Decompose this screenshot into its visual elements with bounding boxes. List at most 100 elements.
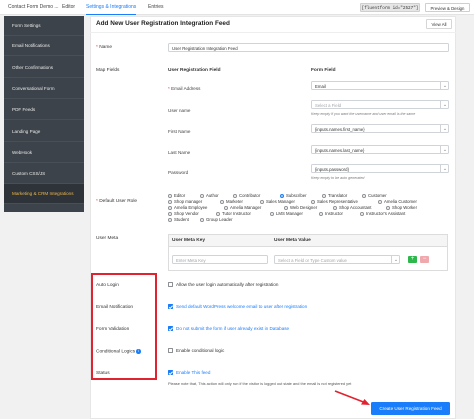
sidebar-item-form-settings[interactable]: Form Settings xyxy=(4,16,84,36)
user-meta-label: User Meta xyxy=(96,236,119,241)
radio-icon xyxy=(333,205,337,210)
role-label: Contributor xyxy=(239,193,261,198)
sidebar-item-landing-page[interactable]: Landing Page xyxy=(4,122,84,142)
first-name-field-select[interactable]: {inputs.names.first_name} xyxy=(311,124,449,133)
conditional-logic-checkbox[interactable] xyxy=(168,348,173,353)
required-marker: * xyxy=(96,199,98,204)
radio-icon xyxy=(233,193,237,198)
view-all-button[interactable]: View All xyxy=(426,19,452,29)
password-hint: Keep empty to be auto generated xyxy=(311,176,365,180)
name-label: * Name xyxy=(96,45,112,50)
page-title: Add New User Registration Integration Fe… xyxy=(96,20,230,27)
title-divider xyxy=(90,32,456,33)
last-name-field-select[interactable]: {inputs.names.last_name} xyxy=(311,145,449,154)
radio-icon xyxy=(168,217,172,222)
meta-col-value: User Meta Value xyxy=(274,238,311,243)
role-label: Marketer xyxy=(226,199,243,204)
role-option-sales-representative[interactable]: Sales Representative xyxy=(311,199,358,204)
add-meta-row-button[interactable]: + xyxy=(408,256,417,263)
name-label-text: Name xyxy=(99,45,113,50)
role-option-instructors-assistant[interactable]: Instructor's Assistant xyxy=(360,211,405,216)
email-field-select[interactable]: Email xyxy=(311,81,449,90)
chevron-down-icon[interactable]: ⌄ xyxy=(440,145,449,154)
role-label: Instructor's Assistant xyxy=(366,211,406,216)
role-option-tutor-instructor[interactable]: Tutor Instructor xyxy=(216,211,251,216)
meta-value-select[interactable]: Select a Field or Type Custom value xyxy=(274,255,400,264)
role-label: Subscriber xyxy=(286,193,307,198)
role-option-author[interactable]: Author xyxy=(200,193,219,198)
sidebar-item-other-confirmations[interactable]: Other Confirmations xyxy=(4,58,84,78)
preview-design-button[interactable]: Preview & Design xyxy=(425,3,470,12)
create-feed-button[interactable]: Create User Registration Feed xyxy=(371,402,450,415)
role-option-web-designer[interactable]: Web Designer xyxy=(284,205,317,210)
role-option-contributor[interactable]: Contributor xyxy=(233,193,260,198)
chevron-down-icon[interactable]: ⌄ xyxy=(391,255,400,264)
radio-icon xyxy=(168,211,172,216)
role-option-group-leader[interactable]: Group Leader xyxy=(200,217,233,222)
role-option-student[interactable]: Student xyxy=(168,217,189,222)
sidebar-item-webhook[interactable]: WebHook xyxy=(4,143,84,163)
role-option-amelia-manager[interactable]: Amelia Manager xyxy=(224,205,261,210)
map-fields-label: Map Fields xyxy=(96,68,120,73)
role-label: Amelia Employee xyxy=(174,205,208,210)
settings-sidebar: Form Settings Email Notifications Other … xyxy=(4,16,84,212)
password-field-select[interactable]: {inputs.password} xyxy=(311,164,449,173)
auto-login-checkbox[interactable] xyxy=(168,282,173,287)
meta-key-input[interactable]: Enter Meta Key xyxy=(172,255,268,264)
role-label: Shop Vendor xyxy=(174,211,199,216)
role-option-subscriber[interactable]: Subscriber xyxy=(280,193,307,198)
radio-icon xyxy=(311,199,315,204)
tab-settings-integrations[interactable]: Settings & Integrations xyxy=(86,0,137,15)
chevron-down-icon[interactable]: ⌄ xyxy=(440,81,449,90)
role-label: Tutor Instructor xyxy=(222,211,251,216)
sidebar-item-pdf-feeds[interactable]: PDF Feeds xyxy=(4,100,84,120)
status-text: Enable This feed xyxy=(176,370,211,375)
role-option-instructor[interactable]: Instructor xyxy=(319,211,343,216)
required-marker: * xyxy=(168,86,170,91)
tab-entries[interactable]: Entries xyxy=(148,0,164,15)
remove-meta-row-button[interactable]: − xyxy=(420,256,429,263)
role-option-amelia-customer[interactable]: Amelia Customer xyxy=(378,199,417,204)
form-validation-checkbox[interactable] xyxy=(168,326,173,331)
login-state-note: Please note that, This action will only … xyxy=(168,381,352,386)
sidebar-item-custom-css-js[interactable]: Custom CSS/JS xyxy=(4,164,84,184)
col-form-field: Form Field xyxy=(311,68,336,73)
tab-editor[interactable]: Editor xyxy=(62,0,75,15)
required-marker: * xyxy=(96,45,98,50)
feed-name-input[interactable]: User Registration Integration Feed xyxy=(168,43,449,52)
role-option-amelia-employee[interactable]: Amelia Employee xyxy=(168,205,207,210)
shortcode-copy[interactable]: [fluentform id="2527"] xyxy=(360,3,420,12)
chevron-down-icon[interactable]: ⌄ xyxy=(440,100,449,109)
sidebar-item-email-notifications[interactable]: Email Notifications xyxy=(4,36,84,56)
highlight-box xyxy=(91,273,157,380)
role-option-customer[interactable]: Customer xyxy=(362,193,387,198)
role-option-shop-accountant[interactable]: Shop Accountant xyxy=(333,205,372,210)
role-option-shop-manager[interactable]: Shop manager xyxy=(168,199,202,204)
sidebar-item-conversational-form[interactable]: Conversational Form xyxy=(4,79,84,99)
chevron-down-icon[interactable]: ⌄ xyxy=(440,164,449,173)
field-label-username: User name xyxy=(168,108,191,113)
role-label: Sales Manager xyxy=(266,199,295,204)
email-notification-checkbox[interactable] xyxy=(168,304,173,309)
field-label-email-text: Email Address xyxy=(171,86,201,91)
role-option-shop-worker[interactable]: Shop Worker xyxy=(386,205,417,210)
radio-icon xyxy=(360,211,364,216)
role-option-editor[interactable]: Editor xyxy=(168,193,185,198)
role-option-shop-vendor[interactable]: Shop Vendor xyxy=(168,211,199,216)
field-label-first-name: First Name xyxy=(168,129,191,134)
sidebar-item-marketing-crm[interactable]: Marketing & CRM Integrations xyxy=(4,184,84,204)
role-option-marketer[interactable]: Marketer xyxy=(220,199,243,204)
top-bar: Contact Form Demo ... Editor Settings & … xyxy=(0,0,474,15)
role-label: Group Leader xyxy=(206,217,233,222)
role-label: Customer xyxy=(368,193,387,198)
radio-icon xyxy=(386,205,390,210)
username-field-select[interactable]: Select a Field xyxy=(311,100,449,109)
chevron-down-icon[interactable]: ⌄ xyxy=(440,124,449,133)
role-option-sales-manager[interactable]: Sales Manager xyxy=(260,199,295,204)
role-option-translator[interactable]: Translator xyxy=(322,193,347,198)
form-validation-text: Do not submit the form if user already e… xyxy=(176,326,290,331)
role-label: Web Designer xyxy=(290,205,318,210)
status-checkbox[interactable] xyxy=(168,370,173,375)
role-option-lms-manager[interactable]: LMS Manager xyxy=(270,211,303,216)
form-name-dropdown[interactable]: Contact Form Demo ... xyxy=(8,0,59,15)
